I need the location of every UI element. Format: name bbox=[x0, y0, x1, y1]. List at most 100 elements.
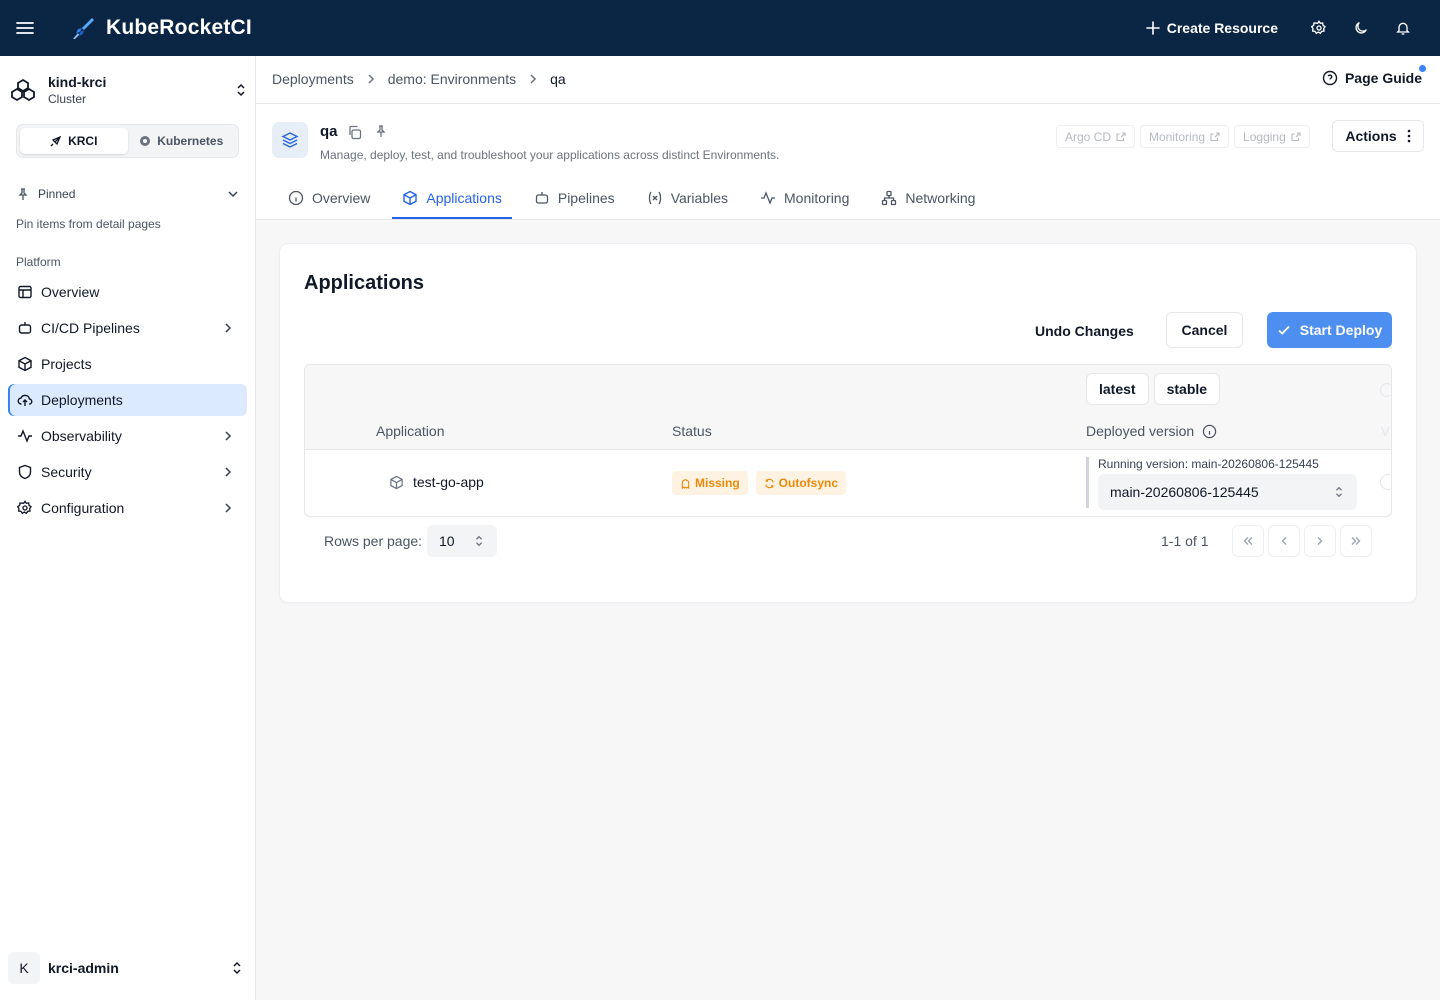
menu-icon[interactable] bbox=[14, 17, 36, 39]
deployed-version-cell: Running version: main-20260806-125445 ma… bbox=[1086, 457, 1358, 510]
version-preset-stable[interactable]: stable bbox=[1153, 373, 1221, 405]
actions-button[interactable]: Actions bbox=[1332, 120, 1424, 152]
page-title: qa bbox=[320, 123, 338, 140]
settings-button[interactable] bbox=[1298, 7, 1340, 49]
badge-label: Outofsync bbox=[778, 476, 839, 490]
pinned-toggle[interactable]: Pinned bbox=[16, 184, 240, 204]
first-page-button[interactable] bbox=[1232, 525, 1264, 557]
clipped-row-control bbox=[1380, 474, 1391, 490]
cancel-button[interactable]: Cancel bbox=[1166, 312, 1243, 348]
refresh-icon bbox=[764, 478, 775, 489]
last-page-button[interactable] bbox=[1340, 525, 1372, 557]
status-badges: Missing Outofsync bbox=[672, 471, 847, 495]
sidebar-item-cicd-pipelines[interactable]: CI/CD Pipelines bbox=[8, 312, 247, 344]
external-link-icon bbox=[1291, 131, 1301, 142]
kubernetes-icon bbox=[139, 135, 151, 147]
gear-icon bbox=[17, 500, 33, 516]
page-guide-button[interactable]: Page Guide bbox=[1322, 65, 1426, 86]
notifications-button[interactable] bbox=[1382, 7, 1424, 49]
sidebar-nav: Overview CI/CD Pipelines Projects Deploy… bbox=[8, 276, 247, 528]
logging-link[interactable]: Logging bbox=[1234, 125, 1310, 148]
breadcrumb-current: qa bbox=[550, 71, 566, 87]
layers-icon bbox=[272, 122, 308, 158]
sidebar-item-label: Security bbox=[41, 464, 92, 480]
sidebar-item-security[interactable]: Security bbox=[8, 456, 247, 488]
sidebar-item-observability[interactable]: Observability bbox=[8, 420, 247, 452]
tab-applications[interactable]: Applications bbox=[392, 178, 512, 219]
next-page-button[interactable] bbox=[1304, 525, 1336, 557]
brand[interactable]: KubeRocketCI bbox=[70, 14, 252, 42]
tab-label: Overview bbox=[312, 190, 371, 206]
table-header: latest stable Application Status Deploye… bbox=[305, 365, 1391, 450]
column-header-application[interactable]: Application bbox=[376, 423, 445, 439]
version-preset-latest[interactable]: latest bbox=[1086, 373, 1149, 405]
breadcrumb-environments[interactable]: demo: Environments bbox=[388, 71, 516, 87]
card-title: Applications bbox=[304, 272, 425, 294]
mode-krci[interactable]: KRCI bbox=[20, 128, 128, 154]
info-icon[interactable] bbox=[1202, 424, 1217, 439]
bell-icon bbox=[1395, 20, 1411, 36]
chevron-right-icon bbox=[221, 321, 235, 335]
start-deploy-button[interactable]: Start Deploy bbox=[1267, 312, 1392, 348]
tab-overview[interactable]: Overview bbox=[278, 178, 380, 218]
undo-changes-button[interactable]: Undo Changes bbox=[1021, 313, 1148, 349]
page-description: Manage, deploy, test, and troubleshoot y… bbox=[320, 148, 780, 162]
ext-link-label: Argo CD bbox=[1065, 129, 1112, 144]
sidebar-item-deployments[interactable]: Deployments bbox=[8, 384, 247, 416]
mode-kubernetes-label: Kubernetes bbox=[157, 134, 224, 148]
mode-kubernetes[interactable]: Kubernetes bbox=[128, 128, 236, 154]
sidebar-item-overview[interactable]: Overview bbox=[8, 276, 247, 308]
tab-monitoring[interactable]: Monitoring bbox=[750, 178, 859, 218]
chevrons-up-down-icon bbox=[473, 535, 485, 547]
gear-icon bbox=[1311, 20, 1327, 36]
breadcrumb-deployments[interactable]: Deployments bbox=[272, 71, 354, 87]
applications-card: Applications Undo Changes Cancel Start D… bbox=[280, 244, 1416, 602]
network-icon bbox=[881, 190, 897, 206]
previous-page-button[interactable] bbox=[1268, 525, 1300, 557]
user-menu[interactable]: K krci-admin bbox=[8, 952, 248, 984]
moon-icon bbox=[1353, 20, 1369, 36]
notification-dot bbox=[1419, 65, 1426, 72]
chevron-down-icon bbox=[226, 187, 240, 201]
pinned-label: Pinned bbox=[38, 187, 76, 201]
copy-icon[interactable] bbox=[347, 125, 362, 140]
column-header-deployed-version[interactable]: Deployed version bbox=[1086, 423, 1217, 439]
avatar: K bbox=[8, 952, 40, 984]
applications-table: latest stable Application Status Deploye… bbox=[304, 364, 1392, 517]
sidebar-item-label: Configuration bbox=[41, 500, 125, 516]
check-icon bbox=[1277, 323, 1291, 337]
application-name[interactable]: test-go-app bbox=[413, 474, 484, 490]
mode-switch: KRCI Kubernetes bbox=[16, 124, 239, 158]
pin-icon[interactable] bbox=[374, 124, 388, 138]
argo-cd-link[interactable]: Argo CD bbox=[1056, 125, 1136, 148]
breadcrumb-bar: Deployments demo: Environments qa Page G… bbox=[256, 56, 1440, 104]
theme-toggle-button[interactable] bbox=[1340, 7, 1382, 49]
monitoring-link[interactable]: Monitoring bbox=[1140, 125, 1230, 148]
sidebar-item-projects[interactable]: Projects bbox=[8, 348, 247, 380]
brand-name: KubeRocketCI bbox=[106, 16, 252, 39]
tab-pipelines[interactable]: Pipelines bbox=[524, 178, 625, 218]
column-header-status[interactable]: Status bbox=[672, 423, 712, 439]
pinned-hint: Pin items from detail pages bbox=[16, 217, 161, 231]
activity-icon bbox=[17, 428, 33, 444]
chevron-right-icon bbox=[221, 465, 235, 479]
bot-icon bbox=[17, 320, 33, 336]
rows-per-page-select[interactable]: 10 bbox=[427, 525, 497, 557]
sidebar-item-label: Observability bbox=[41, 428, 122, 444]
sidebar-item-label: Projects bbox=[41, 356, 92, 372]
tab-bar: Overview Applications Pipelines Variable… bbox=[278, 178, 997, 219]
ext-link-label: Monitoring bbox=[1149, 129, 1206, 144]
version-preset-tabs: latest stable bbox=[1086, 373, 1221, 405]
cluster-switcher[interactable]: kind-krci Cluster bbox=[10, 68, 250, 112]
tab-networking[interactable]: Networking bbox=[871, 178, 985, 218]
create-resource-button[interactable]: Create Resource bbox=[1145, 20, 1278, 36]
table-row: test-go-app Missing Outofsync Running ve… bbox=[305, 450, 1391, 516]
tab-variables[interactable]: Variables bbox=[637, 178, 738, 218]
sidebar-item-label: Overview bbox=[41, 284, 100, 300]
sidebar-item-configuration[interactable]: Configuration bbox=[8, 492, 247, 524]
version-select[interactable]: main-20260806-125445 bbox=[1098, 474, 1357, 510]
clipped-column-header: V bbox=[1381, 424, 1390, 439]
clipped-column-control bbox=[1380, 383, 1391, 397]
external-link-icon bbox=[1116, 131, 1126, 142]
status-badge-missing: Missing bbox=[672, 471, 748, 495]
